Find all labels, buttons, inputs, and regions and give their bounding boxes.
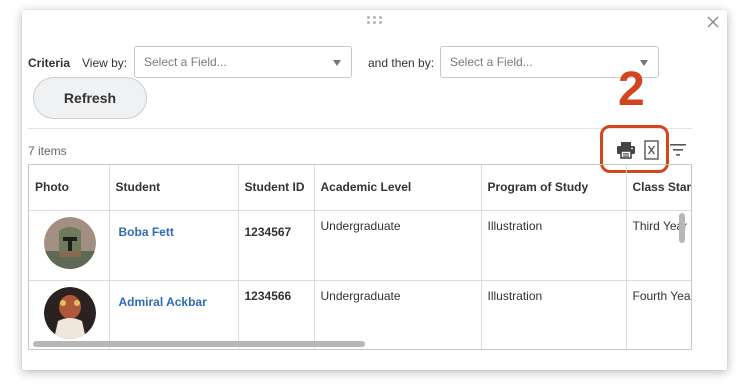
then-by-label: and then by: bbox=[368, 56, 435, 70]
view-by-select[interactable]: Select a Field... bbox=[134, 46, 352, 78]
refresh-button[interactable]: Refresh bbox=[33, 77, 147, 119]
student-id-cell: 1234566 bbox=[238, 280, 315, 349]
photo-cell bbox=[29, 210, 110, 281]
student-link[interactable]: Boba Fett bbox=[119, 225, 174, 239]
student-avatar[interactable] bbox=[44, 286, 96, 339]
column-header-class-standing[interactable]: Class Standing bbox=[626, 165, 691, 211]
chevron-down-icon bbox=[333, 60, 341, 66]
program-cell: Illustration bbox=[481, 210, 627, 281]
student-id-cell: 1234567 bbox=[238, 210, 315, 281]
then-by-placeholder: Select a Field... bbox=[450, 55, 533, 69]
student-avatar[interactable] bbox=[44, 216, 96, 269]
student-cell: Boba Fett bbox=[109, 210, 239, 281]
view-by-placeholder: Select a Field... bbox=[144, 55, 227, 69]
student-id: 1234566 bbox=[244, 288, 292, 303]
column-header-photo[interactable]: Photo bbox=[29, 165, 110, 211]
close-icon[interactable] bbox=[706, 15, 720, 29]
annotation-number: 2 bbox=[618, 63, 645, 116]
student-cell: Admiral Ackbar bbox=[109, 280, 239, 349]
academic-level-cell: Undergraduate bbox=[314, 210, 482, 281]
class-standing-cell: Fourth Year bbox=[626, 280, 691, 349]
student-link[interactable]: Admiral Ackbar bbox=[119, 295, 207, 309]
horizontal-scrollbar[interactable] bbox=[33, 341, 365, 347]
drag-handle-icon[interactable] bbox=[367, 16, 383, 26]
program-cell: Illustration bbox=[481, 280, 627, 349]
students-table: Photo Student Student ID Academic Level … bbox=[29, 165, 691, 349]
view-by-label: View by: bbox=[82, 56, 128, 70]
excel-export-icon[interactable] bbox=[644, 140, 659, 160]
filter-icon[interactable] bbox=[670, 144, 686, 156]
column-header-program-of-study[interactable]: Program of Study bbox=[481, 165, 627, 211]
column-header-student-id[interactable]: Student ID bbox=[238, 165, 315, 211]
column-header-student[interactable]: Student bbox=[109, 165, 239, 211]
table-header-row: Photo Student Student ID Academic Level … bbox=[29, 165, 691, 211]
criteria-label: Criteria bbox=[28, 56, 71, 70]
items-count: 7 items bbox=[28, 144, 67, 158]
photo-cell bbox=[29, 280, 110, 349]
dialog: Criteria View by: Select a Field... and … bbox=[22, 10, 727, 370]
students-grid: Photo Student Student ID Academic Level … bbox=[28, 164, 692, 350]
academic-level-cell: Undergraduate bbox=[314, 280, 482, 349]
table-row: Boba Fett 1234567 Undergraduate Illustra… bbox=[29, 210, 691, 281]
printer-icon[interactable] bbox=[616, 141, 636, 159]
column-header-academic-level[interactable]: Academic Level bbox=[314, 165, 482, 211]
vertical-scrollbar[interactable] bbox=[679, 213, 685, 243]
divider bbox=[28, 128, 692, 129]
table-row: Admiral Ackbar 1234566 Undergraduate Ill… bbox=[29, 280, 691, 349]
student-id: 1234567 bbox=[244, 224, 292, 239]
criteria-row: Criteria View by: Select a Field... and … bbox=[28, 46, 688, 78]
